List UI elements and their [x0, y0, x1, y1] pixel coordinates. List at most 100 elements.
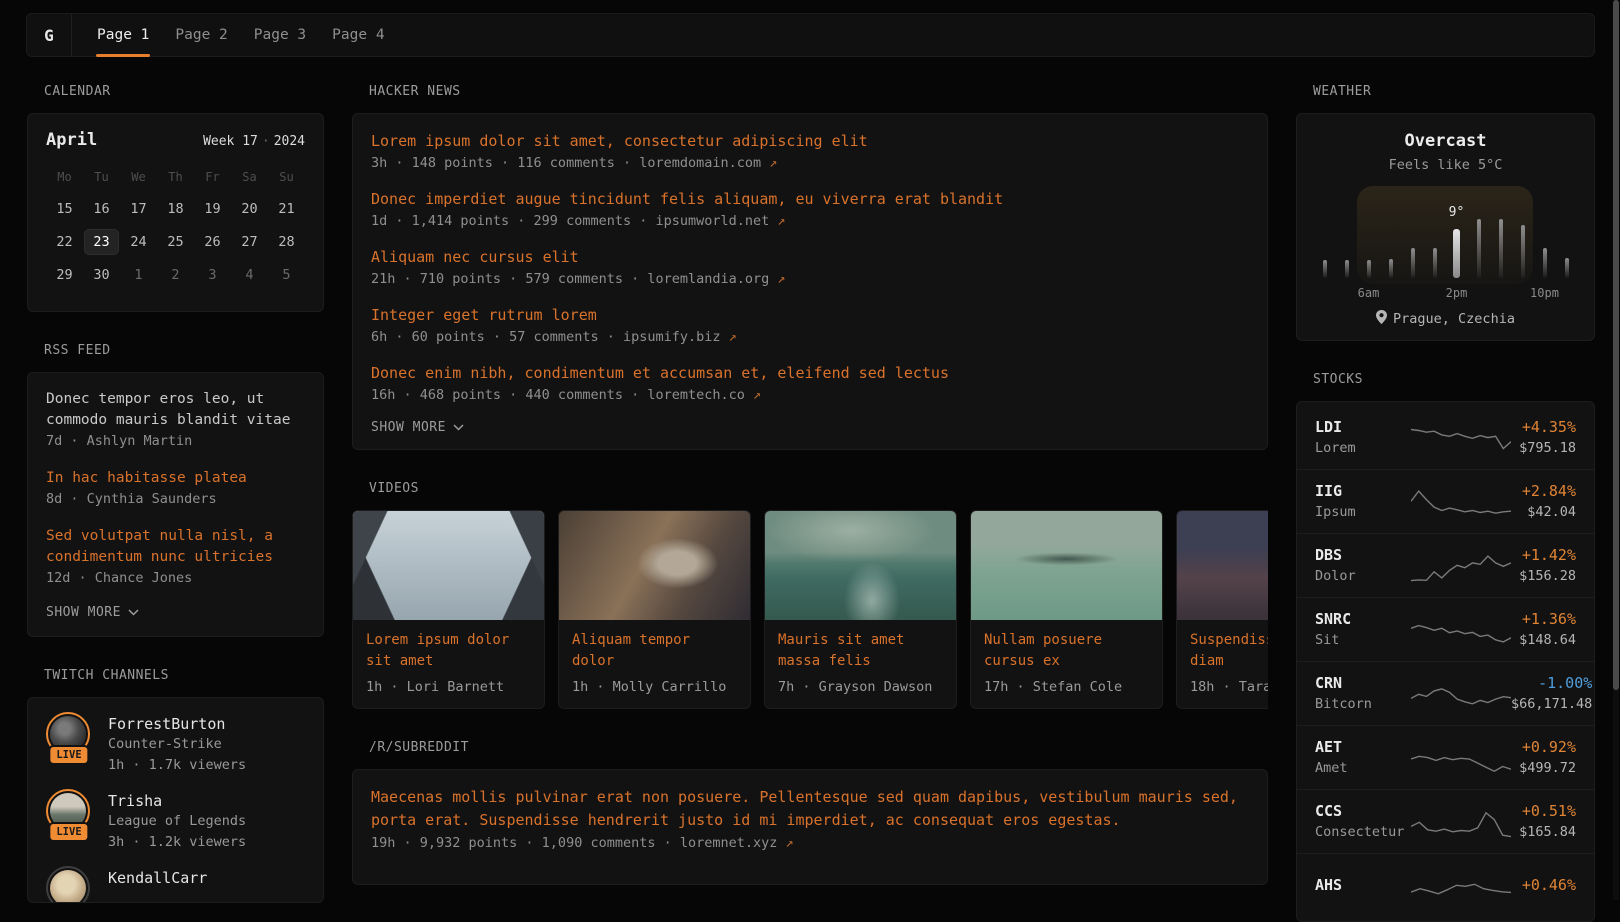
- stock-row[interactable]: DBSDolor+1.42%$156.28: [1297, 533, 1594, 597]
- twitch-channel-name[interactable]: KendallCarr: [108, 868, 207, 888]
- nav-tab-page-2[interactable]: Page 2: [162, 14, 240, 56]
- calendar-day[interactable]: 20: [231, 192, 268, 225]
- hackernews-item-title[interactable]: Donec enim nibh, condimentum et accumsan…: [371, 362, 1249, 384]
- hackernews-show-more-button[interactable]: SHOW MORE: [371, 420, 1249, 435]
- video-title[interactable]: Mauris sit amet massa felis: [778, 630, 943, 672]
- twitch-channel-name[interactable]: ForrestBurton: [108, 714, 246, 734]
- calendar-day[interactable]: 1: [120, 258, 157, 291]
- calendar-day[interactable]: 21: [268, 192, 305, 225]
- calendar-week-year: Week 17·2024: [203, 134, 305, 149]
- nav-tab-page-4[interactable]: Page 4: [319, 14, 397, 56]
- calendar-day[interactable]: 27: [231, 225, 268, 258]
- calendar-widget: CALENDAR April Week 17·2024 MoTuWeThFrSa…: [27, 85, 324, 312]
- stock-row[interactable]: IIGIpsum+2.84%$42.04: [1297, 469, 1594, 533]
- twitch-channel[interactable]: LIVETrishaLeague of Legends3h · 1.2k vie…: [46, 789, 305, 853]
- hackernews-item-domain[interactable]: loremtech.co: [647, 387, 753, 403]
- stock-id: DBSDolor: [1315, 545, 1411, 587]
- stock-symbol: DBS: [1315, 545, 1411, 566]
- calendar-day[interactable]: 2: [157, 258, 194, 291]
- stock-change: +1.42%: [1519, 545, 1576, 566]
- pillars-sky-thumbnail[interactable]: [353, 511, 544, 620]
- vintage-camera-thumbnail[interactable]: [559, 511, 750, 620]
- stock-values: +0.46%: [1522, 875, 1576, 896]
- stock-row[interactable]: AHS+0.46%: [1297, 853, 1594, 917]
- calendar-day[interactable]: 25: [157, 225, 194, 258]
- nav-tab-page-1[interactable]: Page 1: [84, 14, 162, 56]
- hackernews-item-stats: 6h · 60 points · 57 comments ·: [371, 329, 623, 345]
- stock-symbol: SNRC: [1315, 609, 1411, 630]
- rss-item-title[interactable]: Donec tempor eros leo, ut commodo mauris…: [46, 389, 305, 431]
- hackernews-item: Donec imperdiet augue tincidunt felis al…: [371, 188, 1249, 232]
- stock-change: +0.51%: [1519, 801, 1576, 822]
- twitch-section-title: TWITCH CHANNELS: [44, 669, 324, 682]
- subreddit-card: Maecenas mollis pulvinar erat non posuer…: [352, 769, 1268, 885]
- subreddit-item-domain[interactable]: loremnet.xyz: [680, 835, 786, 851]
- calendar-day[interactable]: 5: [268, 258, 305, 291]
- calendar-day[interactable]: 29: [46, 258, 83, 291]
- calendar-day[interactable]: 30: [83, 258, 120, 291]
- twitch-avatar-wrap: [46, 866, 92, 903]
- video-title[interactable]: Suspendisse diam: [1190, 630, 1268, 672]
- rss-show-more-button[interactable]: SHOW MORE: [46, 605, 305, 620]
- stock-symbol: IIG: [1315, 481, 1411, 502]
- twitch-channel-name[interactable]: Trisha: [108, 791, 246, 811]
- weather-condition: Overcast: [1297, 130, 1594, 152]
- stock-row[interactable]: CCSConsectetur+0.51%$165.84: [1297, 789, 1594, 853]
- calendar-year: 2024: [274, 134, 305, 149]
- weather-time-label: 10pm: [1530, 286, 1559, 300]
- calendar-day[interactable]: 18: [157, 192, 194, 225]
- calendar-day[interactable]: 28: [268, 225, 305, 258]
- calendar-day[interactable]: 4: [231, 258, 268, 291]
- hackernews-item-stats: 1d · 1,414 points · 299 comments ·: [371, 213, 655, 229]
- hackernews-item-title[interactable]: Lorem ipsum dolor sit amet, consectetur …: [371, 130, 1249, 152]
- calendar-day[interactable]: 19: [194, 192, 231, 225]
- stock-values: +2.84%$42.04: [1522, 481, 1576, 523]
- sea-boat-thumbnail[interactable]: [765, 511, 956, 620]
- hackernews-item-domain[interactable]: ipsumworld.net: [655, 213, 777, 229]
- hackernews-item-domain[interactable]: ipsumify.biz: [623, 329, 729, 345]
- hackernews-item-title[interactable]: Integer eget rutrum lorem: [371, 304, 1249, 326]
- stock-row[interactable]: AETAmet+0.92%$499.72: [1297, 725, 1594, 789]
- chevron-down-icon: [128, 605, 139, 620]
- calendar-day[interactable]: 26: [194, 225, 231, 258]
- video-title[interactable]: Lorem ipsum dolor sit amet consectetu…: [366, 630, 531, 672]
- subreddit-item-stats: 19h · 9,932 points · 1,090 comments ·: [371, 835, 680, 851]
- subreddit-item-title[interactable]: Maecenas mollis pulvinar erat non posuer…: [371, 786, 1249, 832]
- calendar-day[interactable]: 23: [83, 225, 120, 258]
- stock-id: SNRCSit: [1315, 609, 1411, 651]
- external-link-icon: ↗: [777, 271, 785, 287]
- scrollbar-thumb[interactable]: [1613, 0, 1619, 690]
- subreddit-item: Maecenas mollis pulvinar erat non posuer…: [371, 786, 1249, 854]
- avatar-ring: [46, 866, 90, 903]
- calendar-day[interactable]: 24: [120, 225, 157, 258]
- nav-tab-page-3[interactable]: Page 3: [241, 14, 319, 56]
- app-logo[interactable]: G: [27, 14, 72, 56]
- external-link-icon: ↗: [753, 387, 761, 403]
- calendar-day[interactable]: 15: [46, 192, 83, 225]
- rss-item-title[interactable]: In hac habitasse platea: [46, 468, 305, 489]
- hackernews-item-domain[interactable]: loremdomain.com: [639, 155, 769, 171]
- stock-id: AETAmet: [1315, 737, 1411, 779]
- misty-field-thumbnail[interactable]: [1177, 511, 1268, 620]
- calendar-day[interactable]: 22: [46, 225, 83, 258]
- video-title[interactable]: Nullam posuere cursus ex: [984, 630, 1149, 672]
- video-title[interactable]: Aliquam tempor dolor nec pharetra…: [572, 630, 737, 672]
- hackernews-item-domain[interactable]: loremlandia.org: [647, 271, 777, 287]
- twitch-channel-info: ForrestBurtonCounter-Strike1h · 1.7k vie…: [108, 712, 246, 776]
- stocks-widget: STOCKS LDILorem+4.35%$795.18IIGIpsum+2.8…: [1296, 373, 1595, 922]
- calendar-day[interactable]: 17: [120, 192, 157, 225]
- rss-item-title[interactable]: Sed volutpat nulla nisl, a condimentum n…: [46, 526, 305, 568]
- canoe-lake-thumbnail[interactable]: [971, 511, 1162, 620]
- calendar-weekday: Th: [157, 166, 194, 192]
- calendar-day[interactable]: 3: [194, 258, 231, 291]
- stock-price: $42.04: [1522, 502, 1576, 523]
- stock-row[interactable]: CRNBitcorn-1.00%$66,171.48: [1297, 661, 1594, 725]
- hackernews-item-title[interactable]: Donec imperdiet augue tincidunt felis al…: [371, 188, 1249, 210]
- stock-row[interactable]: LDILorem+4.35%$795.18: [1297, 406, 1594, 469]
- calendar-day[interactable]: 16: [83, 192, 120, 225]
- twitch-channel[interactable]: KendallCarr: [46, 866, 305, 903]
- twitch-channel[interactable]: LIVEForrestBurtonCounter-Strike1h · 1.7k…: [46, 712, 305, 776]
- hackernews-item-title[interactable]: Aliquam nec cursus elit: [371, 246, 1249, 268]
- video-body: Mauris sit amet massa felis7h · Grayson …: [765, 620, 956, 708]
- stock-row[interactable]: SNRCSit+1.36%$148.64: [1297, 597, 1594, 661]
